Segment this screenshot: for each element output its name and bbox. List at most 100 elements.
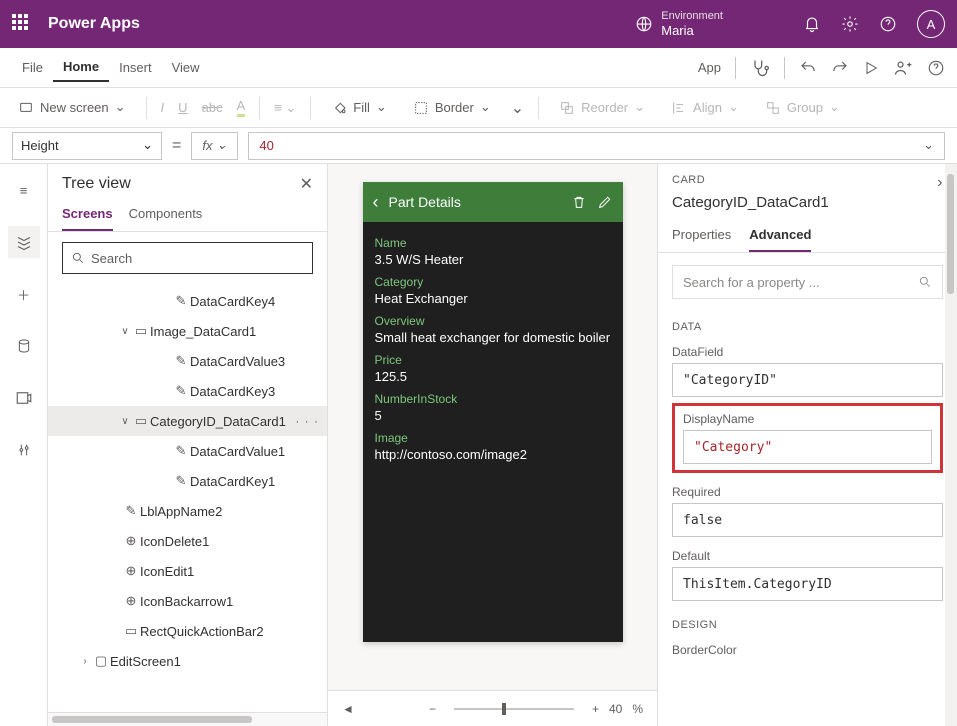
menu-view[interactable]: View	[162, 54, 210, 81]
menu-home[interactable]: Home	[53, 53, 109, 82]
reorder-icon	[559, 100, 575, 116]
fill-button[interactable]: Fill⌄	[325, 96, 393, 120]
tree-node[interactable]: ✎DataCardKey1	[48, 466, 327, 496]
tree-node[interactable]: ∨▭Image_DataCard1	[48, 316, 327, 346]
app-brand: Power Apps	[48, 15, 140, 33]
italic-icon: I	[161, 100, 165, 115]
rail-data[interactable]	[8, 330, 40, 362]
field-label: Price	[375, 353, 611, 367]
close-icon[interactable]: ✕	[300, 174, 313, 194]
tree-title: Tree view	[62, 175, 131, 193]
share-icon[interactable]	[893, 58, 913, 78]
zoom-in-icon[interactable]: +	[592, 702, 599, 716]
trash-icon[interactable]	[571, 194, 587, 210]
align-button: Align⌄	[665, 96, 745, 120]
search-icon	[918, 275, 932, 289]
chevron-right-icon[interactable]: ›	[937, 174, 943, 192]
rail-insert[interactable]: ＋	[8, 278, 40, 310]
rail-hamburger[interactable]: ≡	[8, 174, 40, 206]
canvas-area: ‹ Part Details Name3.5 W/S HeaterCategor…	[328, 164, 657, 726]
scroll-left-icon[interactable]: ◄	[342, 702, 354, 716]
tree-node[interactable]: ▭RectQuickActionBar2	[48, 616, 327, 646]
field-label: NumberInStock	[375, 392, 611, 406]
equals-sign: =	[172, 137, 181, 155]
new-screen-button[interactable]: New screen ⌄	[12, 96, 132, 120]
menu-insert[interactable]: Insert	[109, 54, 162, 81]
environment-picker[interactable]: Environment Maria	[635, 10, 723, 39]
property-selector[interactable]: Height⌄	[12, 132, 162, 160]
rail-tree[interactable]	[8, 226, 40, 258]
border-button[interactable]: Border⌄	[407, 96, 497, 120]
undo-icon[interactable]	[799, 59, 817, 77]
stethoscope-icon[interactable]	[750, 58, 770, 78]
field-label: Image	[375, 431, 611, 445]
tab-components[interactable]: Components	[129, 198, 203, 231]
prop-input[interactable]: false	[672, 503, 943, 537]
gear-icon[interactable]	[841, 15, 859, 33]
help-icon[interactable]	[927, 59, 945, 77]
prop-bordercolor-label: BorderColor	[672, 643, 943, 657]
play-icon[interactable]	[863, 60, 879, 76]
property-search[interactable]: Search for a property ...	[672, 265, 943, 299]
pencil-icon[interactable]	[597, 194, 613, 210]
field-label: Overview	[375, 314, 611, 328]
redo-icon[interactable]	[831, 59, 849, 77]
environment-name: Maria	[661, 23, 723, 39]
bell-icon[interactable]	[803, 15, 821, 33]
border-icon	[413, 100, 429, 116]
prop-label: Default	[672, 549, 943, 563]
app-header: Power Apps Environment Maria A	[0, 0, 957, 48]
fx-button[interactable]: fx⌄	[191, 132, 238, 160]
tab-advanced[interactable]: Advanced	[749, 219, 811, 252]
environment-label: Environment	[661, 10, 723, 23]
tree-node[interactable]: ✎DataCardKey4	[48, 286, 327, 316]
tree-node[interactable]: ›▢EditScreen1	[48, 646, 327, 676]
field-value: 3.5 W/S Heater	[375, 252, 611, 267]
group-icon	[765, 100, 781, 116]
ribbon-toolbar: New screen ⌄ I U abc A ≡ ⌄ Fill⌄ Border⌄…	[0, 88, 957, 128]
selected-element-name: CategoryID_DataCard1	[658, 194, 957, 219]
tree-node[interactable]: ✎DataCardKey3	[48, 376, 327, 406]
formula-bar: Height⌄ = fx⌄ 40⌄	[0, 128, 957, 164]
tree-node[interactable]: ⊕IconDelete1	[48, 526, 327, 556]
panel-scrollbar[interactable]	[945, 164, 957, 726]
field-label: Category	[375, 275, 611, 289]
menu-file[interactable]: File	[12, 54, 53, 81]
prop-input[interactable]: "Category"	[683, 430, 932, 464]
tab-properties[interactable]: Properties	[672, 219, 731, 252]
tree-node[interactable]: ⊕IconEdit1	[48, 556, 327, 586]
tree-node[interactable]: ✎DataCardValue1	[48, 436, 327, 466]
bucket-icon	[331, 100, 347, 116]
user-avatar[interactable]: A	[917, 10, 945, 38]
reorder-button: Reorder⌄	[553, 96, 651, 120]
back-icon[interactable]: ‹	[373, 192, 379, 213]
group-data: DATA	[672, 321, 943, 333]
tree-node[interactable]: ✎DataCardValue3	[48, 346, 327, 376]
strikethrough-icon: abc	[202, 100, 223, 115]
app-launcher-icon[interactable]	[12, 14, 32, 34]
rail-tools[interactable]	[8, 434, 40, 466]
app-preview[interactable]: ‹ Part Details Name3.5 W/S HeaterCategor…	[363, 182, 623, 642]
prop-input[interactable]: "CategoryID"	[672, 363, 943, 397]
prop-input[interactable]: ThisItem.CategoryID	[672, 567, 943, 601]
tree-node[interactable]: ⊕IconBackarrow1	[48, 586, 327, 616]
field-value: Heat Exchanger	[375, 291, 611, 306]
canvas-statusbar: ◄ − + 40 %	[328, 690, 657, 726]
zoom-out-icon[interactable]: −	[429, 702, 436, 716]
tree-search[interactable]: Search	[62, 242, 313, 274]
chevron-down-icon[interactable]: ⌄	[511, 98, 524, 118]
tab-screens[interactable]: Screens	[62, 198, 113, 231]
preview-title: Part Details	[389, 194, 561, 210]
formula-input[interactable]: 40⌄	[248, 132, 945, 160]
font-color-icon: A	[237, 98, 246, 117]
tree-node[interactable]: ∨▭CategoryID_DataCard1· · ·	[48, 406, 327, 436]
menu-app[interactable]: App	[698, 60, 721, 75]
help-icon[interactable]	[879, 15, 897, 33]
tree-node[interactable]: ✎LblAppName2	[48, 496, 327, 526]
menu-bar: File Home Insert View App	[0, 48, 957, 88]
rail-media[interactable]	[8, 382, 40, 414]
zoom-slider[interactable]	[454, 708, 574, 710]
prop-label: DisplayName	[683, 412, 932, 426]
align-icon: ≡ ⌄	[274, 100, 296, 116]
tree-scrollbar-h[interactable]	[48, 712, 327, 726]
